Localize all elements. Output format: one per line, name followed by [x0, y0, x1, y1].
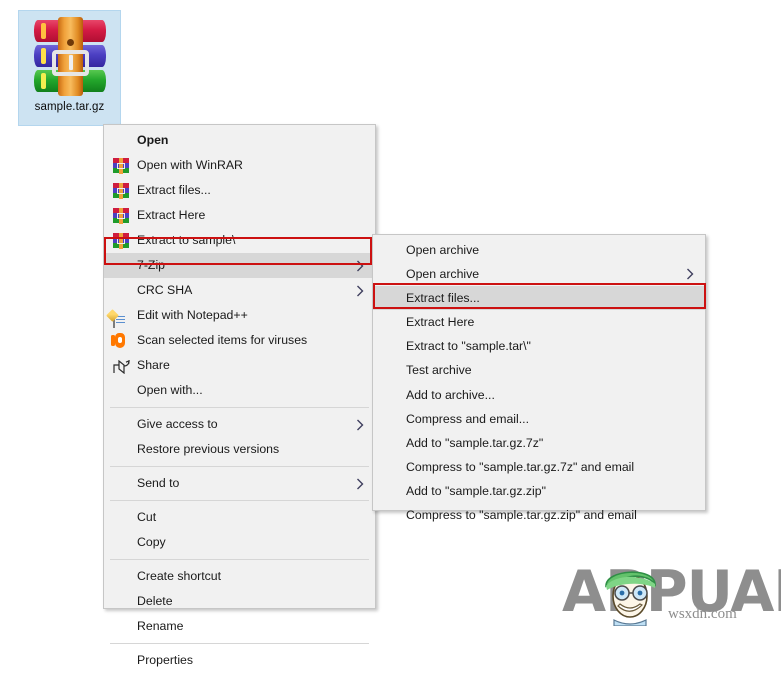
menu-item-compress-to-sample-tar-gz-zip-and-email[interactable]: Compress to "sample.tar.gz.zip" and emai… [373, 503, 705, 527]
menu-item-properties[interactable]: Properties [104, 648, 375, 673]
menu-item-label: Compress to "sample.tar.gz.zip" and emai… [406, 508, 637, 523]
menu-item-cut[interactable]: Cut [104, 505, 375, 530]
archive-buckle-pin [68, 55, 73, 70]
winrar-icon [113, 157, 129, 174]
menu-item-share[interactable]: Share [104, 353, 375, 378]
menu-item-label: Edit with Notepad++ [137, 308, 248, 322]
menu-item-open-archive[interactable]: Open archive [373, 262, 705, 286]
menu-item-compress-to-sample-tar-gz-7z-and-email[interactable]: Compress to "sample.tar.gz.7z" and email [373, 455, 705, 479]
notepad-plus-plus-icon [113, 308, 129, 328]
menu-item-open-with-winrar[interactable]: Open with WinRAR [104, 153, 375, 178]
chevron-right-icon [686, 268, 694, 280]
appuals-mascot-icon [605, 571, 656, 626]
chevron-right-icon [356, 285, 364, 297]
menu-item-add-to-sample-tar-gz-7z[interactable]: Add to "sample.tar.gz.7z" [373, 431, 705, 455]
winrar-archive-icon [32, 17, 108, 96]
menu-separator [110, 643, 369, 644]
menu-item-label: Extract Here [137, 208, 206, 222]
menu-item-open[interactable]: Open [104, 128, 375, 153]
menu-item-label: Restore previous versions [137, 442, 280, 456]
menu-item-crc-sha[interactable]: CRC SHA [104, 278, 375, 303]
menu-separator [110, 559, 369, 560]
menu-item-label: Scan selected items for viruses [137, 333, 308, 347]
menu-item-7-zip[interactable]: 7-Zip [104, 253, 375, 278]
menu-item-test-archive[interactable]: Test archive [373, 358, 705, 382]
menu-item-label: Add to archive... [406, 387, 495, 402]
share-icon [113, 358, 130, 374]
chevron-right-icon [356, 260, 364, 272]
menu-item-label: CRC SHA [137, 283, 193, 297]
source-watermark: wsxdn.com [668, 606, 737, 622]
menu-item-label: Open archive [406, 267, 480, 282]
menu-item-label: Copy [137, 535, 166, 549]
chevron-right-icon [356, 419, 364, 431]
menu-item-give-access-to[interactable]: Give access to [104, 412, 375, 437]
menu-item-label: Open [137, 133, 169, 147]
menu-item-label: Cut [137, 510, 157, 524]
menu-item-label: Share [137, 358, 170, 372]
menu-item-extract-files[interactable]: Extract files... [104, 178, 375, 203]
menu-item-add-to-archive[interactable]: Add to archive... [373, 383, 705, 407]
menu-item-label: Open archive [406, 243, 480, 257]
menu-item-label: Compress to "sample.tar.gz.7z" and email [406, 459, 635, 474]
menu-item-add-to-sample-tar-gz-zip[interactable]: Add to "sample.tar.gz.zip" [373, 479, 705, 503]
desktop-file-icon[interactable]: sample.tar.gz [18, 10, 121, 126]
menu-separator [110, 500, 369, 501]
chevron-right-icon [356, 478, 364, 490]
menu-item-label: Extract Here [406, 315, 475, 330]
menu-item-label: Rename [137, 619, 184, 633]
menu-item-label: 7-Zip [137, 258, 166, 272]
menu-item-extract-files[interactable]: Extract files... [373, 286, 705, 311]
menu-item-label: Extract to "sample.tar\" [406, 339, 531, 354]
menu-item-copy[interactable]: Copy [104, 530, 375, 555]
menu-item-label: Open with WinRAR [137, 158, 243, 172]
menu-item-rename[interactable]: Rename [104, 614, 375, 639]
winrar-icon [113, 182, 129, 199]
menu-separator [110, 407, 369, 408]
menu-item-extract-here[interactable]: Extract Here [104, 203, 375, 228]
desktop-file-label: sample.tar.gz [34, 101, 105, 113]
menu-item-label: Add to "sample.tar.gz.7z" [406, 435, 544, 450]
file-context-menu[interactable]: Open Open with WinRAR Extract files... Extr… [103, 124, 376, 667]
menu-item-label: Delete [137, 594, 173, 608]
7-zip-submenu[interactable]: Open archive Open archive Extract files...… [372, 234, 706, 522]
menu-item-label: Extract files... [406, 291, 480, 306]
menu-item-label: Extract files... [137, 183, 211, 197]
winrar-icon [113, 232, 129, 249]
menu-item-send-to[interactable]: Send to [104, 471, 375, 496]
archive-strap-hole [66, 39, 74, 46]
menu-item-label: Send to [137, 476, 180, 490]
menu-separator [110, 466, 369, 467]
menu-item-delete[interactable]: Delete [104, 589, 375, 614]
menu-item-create-shortcut[interactable]: Create shortcut [104, 564, 375, 589]
menu-item-label: Compress and email... [406, 411, 530, 426]
menu-item-label: Add to "sample.tar.gz.zip" [406, 483, 546, 498]
menu-item-label: Extract to sample\ [137, 233, 236, 247]
menu-item-label: Test archive [406, 363, 472, 378]
winrar-icon [113, 207, 129, 224]
menu-item-open-archive[interactable]: Open archive [373, 238, 705, 262]
avast-shield-icon [111, 332, 129, 349]
menu-item-label: Create shortcut [137, 569, 222, 583]
menu-item-extract-here[interactable]: Extract Here [373, 310, 705, 334]
menu-item-edit-with-notepad[interactable]: Edit with Notepad++ [104, 303, 375, 328]
menu-item-restore-previous-versions[interactable]: Restore previous versions [104, 437, 375, 462]
menu-item-label: Open with... [137, 383, 203, 397]
menu-item-scan-selected-items-for-viruses[interactable]: Scan selected items for viruses [104, 328, 375, 353]
menu-item-label: Give access to [137, 417, 218, 431]
menu-item-compress-and-email[interactable]: Compress and email... [373, 407, 705, 431]
menu-item-extract-to-sample-tar[interactable]: Extract to "sample.tar\" [373, 334, 705, 358]
menu-item-open-with[interactable]: Open with... [104, 378, 375, 403]
menu-item-extract-to-sample[interactable]: Extract to sample\ [104, 228, 375, 253]
menu-item-label: Properties [137, 653, 194, 667]
